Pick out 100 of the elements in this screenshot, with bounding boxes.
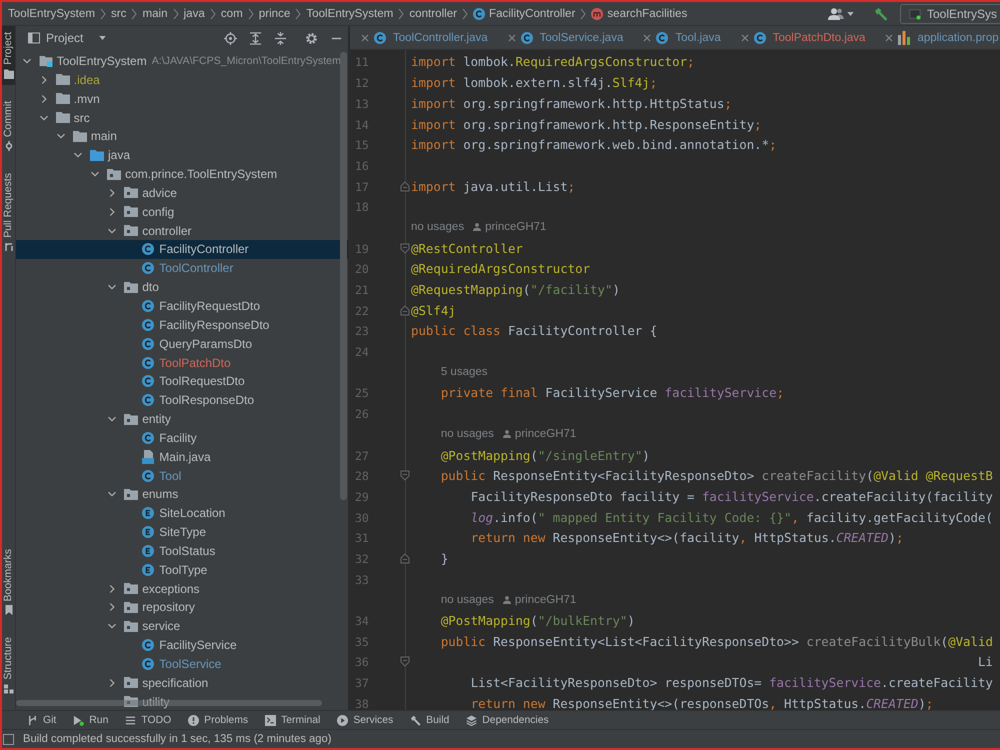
editor-tab[interactable]: Tool.java bbox=[632, 26, 730, 49]
tree-item[interactable]: entity bbox=[16, 410, 348, 428]
chevron-down-icon[interactable] bbox=[107, 414, 118, 424]
tree-item[interactable]: .idea bbox=[16, 70, 348, 90]
hammer-icon[interactable] bbox=[874, 6, 888, 20]
tool-window-button[interactable]: Pull Requests bbox=[2, 166, 15, 258]
settings-icon[interactable] bbox=[305, 32, 318, 44]
people-icon[interactable] bbox=[828, 8, 844, 20]
breadcrumb-item[interactable]: ToolEntrySystem bbox=[306, 7, 394, 20]
tool-window-button[interactable]: Dependencies bbox=[462, 711, 553, 729]
tree-item[interactable]: Facility bbox=[16, 428, 348, 448]
scrollbar[interactable] bbox=[340, 52, 347, 500]
tree-item[interactable]: config bbox=[16, 202, 348, 222]
tree-item[interactable]: repository bbox=[16, 598, 348, 617]
tool-window-button[interactable]: Git bbox=[23, 711, 60, 729]
tree-item[interactable]: exceptions bbox=[16, 579, 348, 598]
breadcrumb-item[interactable]: controller bbox=[409, 7, 458, 20]
tool-window-button[interactable]: Project bbox=[2, 26, 15, 85]
tree-item[interactable]: java bbox=[16, 146, 348, 165]
chevron-down-icon[interactable] bbox=[73, 150, 83, 160]
chevron-down-icon[interactable] bbox=[22, 56, 32, 66]
tree-item[interactable]: FacilityRequestDto bbox=[16, 296, 348, 316]
tool-window-button[interactable]: Bookmarks bbox=[2, 542, 15, 622]
fold-marker-icon[interactable] bbox=[400, 552, 410, 564]
usages-hint[interactable]: no usages bbox=[440, 594, 494, 606]
tree-item[interactable]: Main.java bbox=[16, 447, 348, 466]
tool-window-button[interactable]: Services bbox=[333, 711, 398, 729]
chevron-right-icon[interactable] bbox=[107, 206, 118, 217]
close-icon[interactable] bbox=[740, 34, 749, 42]
tree-item[interactable]: specification bbox=[16, 673, 348, 692]
fold-marker-icon[interactable] bbox=[400, 242, 410, 254]
close-icon[interactable] bbox=[361, 34, 369, 42]
breadcrumb-item[interactable]: prince bbox=[258, 7, 290, 20]
breadcrumb-item[interactable]: ToolEntrySystem bbox=[8, 7, 95, 20]
tree-item[interactable]: ToolController bbox=[16, 258, 348, 278]
tree-item[interactable]: QueryParamsDto bbox=[16, 334, 348, 354]
expand-all-icon[interactable] bbox=[249, 32, 262, 44]
square-icon[interactable] bbox=[3, 734, 14, 744]
chevron-right-icon[interactable] bbox=[107, 188, 118, 198]
tree-item[interactable]: Tool bbox=[16, 466, 348, 485]
tree-item[interactable]: src bbox=[16, 108, 348, 127]
editor-tab[interactable]: ToolPatchDto.java bbox=[730, 26, 874, 49]
usages-hint[interactable]: 5 usages bbox=[440, 366, 488, 378]
tree-item[interactable]: .mvn bbox=[16, 89, 348, 108]
chevron-down-icon[interactable] bbox=[90, 169, 100, 180]
author-hint[interactable]: princeGH71 bbox=[485, 221, 546, 234]
tree-item[interactable]: ToolPatchDto bbox=[16, 353, 348, 372]
fold-marker-icon[interactable] bbox=[400, 470, 410, 482]
run-configuration-dropdown[interactable]: ToolEntrySys bbox=[900, 4, 1000, 24]
fold-marker-icon[interactable] bbox=[400, 304, 410, 316]
tree-item[interactable]: advice bbox=[16, 184, 348, 202]
tree-item[interactable]: ToolService bbox=[16, 654, 348, 674]
breadcrumb-item[interactable]: FacilityController bbox=[473, 7, 576, 20]
tool-window-button[interactable]: Commit bbox=[2, 94, 15, 157]
editor-tab[interactable]: ToolController.java bbox=[350, 26, 497, 49]
chevron-down-icon[interactable] bbox=[107, 489, 118, 500]
chevron-down-icon[interactable] bbox=[56, 131, 66, 142]
author-hint[interactable]: princeGH71 bbox=[514, 594, 576, 606]
editor-tab[interactable]: ToolService.java bbox=[496, 26, 632, 49]
close-icon[interactable] bbox=[885, 34, 894, 42]
author-hint[interactable]: princeGH71 bbox=[514, 428, 576, 440]
usages-hint[interactable]: no usages bbox=[440, 428, 494, 440]
breadcrumb-item[interactable]: main bbox=[142, 7, 168, 20]
fold-marker-icon[interactable] bbox=[400, 180, 410, 192]
tool-window-button[interactable]: TODO bbox=[121, 711, 176, 729]
tree-item[interactable]: ToolType bbox=[16, 560, 348, 580]
tree-item[interactable]: com.prince.ToolEntrySystem bbox=[16, 164, 348, 184]
chevron-right-icon[interactable] bbox=[107, 584, 118, 594]
tree-item[interactable]: FacilityResponseDto bbox=[16, 315, 348, 334]
chevron-down-icon[interactable] bbox=[107, 621, 118, 632]
tree-item[interactable]: enums bbox=[16, 485, 348, 504]
close-icon[interactable] bbox=[508, 34, 516, 42]
breadcrumb-item[interactable]: searchFacilities bbox=[591, 7, 688, 20]
tool-window-button[interactable]: Problems bbox=[184, 711, 252, 729]
tree-item[interactable]: FacilityService bbox=[16, 636, 348, 655]
tree-item[interactable]: FacilityController bbox=[16, 240, 348, 259]
usages-hint[interactable]: no usages bbox=[411, 221, 464, 234]
tree-item[interactable]: ToolEntrySystem A:\JAVA\FCPS_Micron\ToolEntrySystem bbox=[16, 52, 348, 70]
tree-item[interactable]: ToolResponseDto bbox=[16, 390, 348, 410]
tool-window-button[interactable]: Run bbox=[69, 711, 112, 729]
tree-item[interactable]: main bbox=[16, 126, 348, 146]
view-dropdown[interactable]: Project bbox=[28, 31, 106, 45]
tree-item[interactable]: SiteType bbox=[16, 522, 348, 542]
tree-item[interactable]: SiteLocation bbox=[16, 504, 348, 523]
tree-item[interactable]: ToolRequestDto bbox=[16, 372, 348, 391]
breadcrumb-item[interactable]: com bbox=[220, 7, 243, 20]
caret-icon[interactable] bbox=[846, 12, 854, 16]
tool-window-button[interactable]: Terminal bbox=[261, 711, 324, 729]
crosshair-icon[interactable] bbox=[224, 32, 237, 44]
tree-item[interactable]: ToolStatus bbox=[16, 542, 348, 560]
chevron-down-icon[interactable] bbox=[107, 282, 118, 292]
breadcrumb-item[interactable]: src bbox=[110, 7, 126, 20]
tree-item[interactable]: service bbox=[16, 616, 348, 636]
breadcrumb-item[interactable]: java bbox=[184, 7, 205, 20]
close-icon[interactable] bbox=[643, 34, 652, 42]
chevron-right-icon[interactable] bbox=[107, 602, 118, 612]
tool-window-button[interactable]: Build bbox=[406, 711, 454, 729]
tool-window-button[interactable]: Structure bbox=[2, 631, 15, 700]
tree-item[interactable]: dto bbox=[16, 278, 348, 297]
chevron-right-icon[interactable] bbox=[107, 678, 118, 688]
